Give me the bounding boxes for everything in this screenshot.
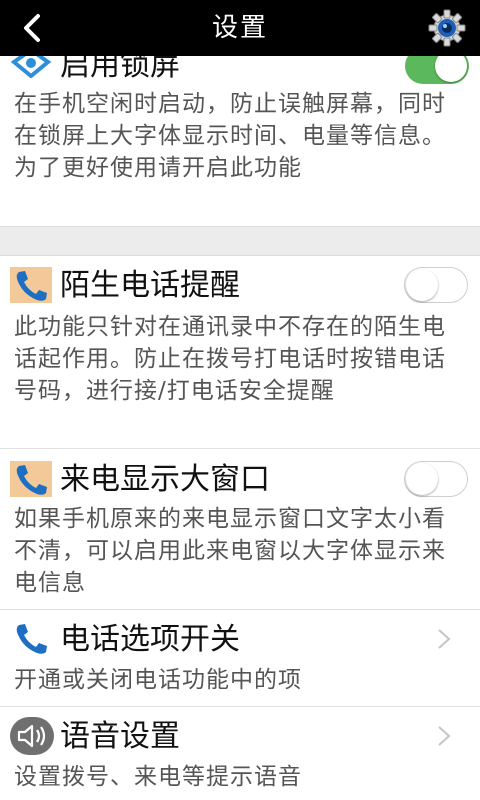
speaker-icon	[10, 717, 54, 755]
phone-icon	[16, 624, 47, 654]
setting-description: 设置拨号、来电等提示语音	[14, 764, 302, 790]
setting-voice[interactable]: 语音设置 设置拨号、来电等提示语音	[0, 707, 480, 800]
phone-icon	[10, 461, 52, 497]
big-caller-window-toggle[interactable]	[404, 461, 468, 497]
setting-title: 电话选项开关	[60, 622, 240, 657]
setting-description: 此功能只针对在通讯录中不存在的陌生电话起作用。防止在拨号打电话时按错电话号码，进…	[14, 314, 446, 404]
setting-big-caller-window[interactable]: 来电显示大窗口 如果手机原来的来电显示窗口文字太小看不清，可以启用此来电窗以大字…	[0, 449, 480, 609]
phone-icon	[10, 267, 52, 303]
top-bar: 设置	[0, 0, 480, 56]
setting-title: 语音设置	[60, 719, 180, 754]
page-title: 设置	[211, 13, 268, 43]
setting-description: 开通或关闭电话功能中的项	[14, 667, 302, 693]
chevron-right-icon[interactable]	[436, 627, 452, 651]
chevron-right-icon[interactable]	[436, 724, 452, 748]
section-gap	[0, 226, 480, 256]
setting-title: 陌生电话提醒	[60, 268, 240, 303]
setting-title: 来电显示大窗口	[60, 462, 270, 497]
setting-description: 如果手机原来的来电显示窗口文字太小看不清，可以启用此来电窗以大字体显示来电信息	[14, 506, 446, 596]
settings-gear-button[interactable]	[424, 6, 470, 50]
setting-stranger-call-alert[interactable]: 陌生电话提醒 此功能只针对在通讯录中不存在的陌生电话起作用。防止在拨号打电话时按…	[0, 255, 480, 448]
gear-icon	[428, 9, 466, 47]
setting-phone-options[interactable]: 电话选项开关 开通或关闭电话功能中的项	[0, 610, 480, 706]
setting-description: 在手机空闲时启动，防止误触屏幕，同时在锁屏上大字体显示时间、电量等信息。为了更好…	[14, 91, 446, 181]
stranger-call-toggle[interactable]	[404, 267, 468, 303]
